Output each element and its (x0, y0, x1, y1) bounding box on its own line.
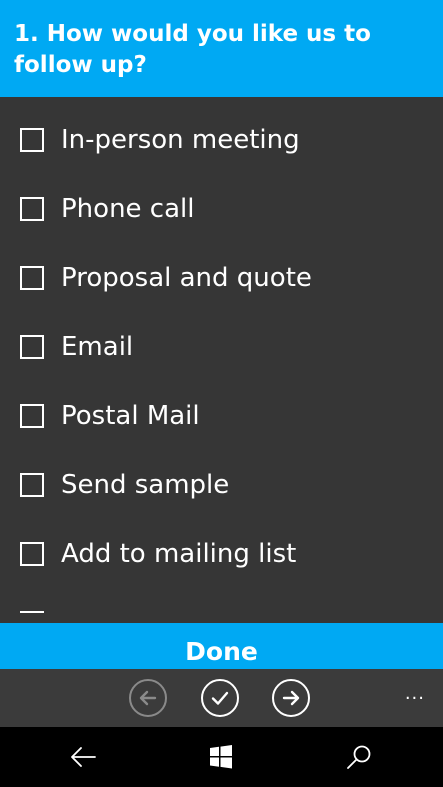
checkbox[interactable] (20, 611, 44, 613)
forward-arrow-circle-icon[interactable] (272, 679, 310, 717)
option-label: Proposal and quote (61, 263, 312, 293)
option-partial[interactable] (20, 603, 44, 613)
done-button[interactable]: Done (185, 637, 258, 669)
checkbox[interactable] (20, 266, 44, 290)
search-icon[interactable] (344, 742, 374, 772)
option-label: Send sample (61, 470, 230, 500)
option-label: Add to mailing list (61, 539, 297, 569)
option-label: Postal Mail (61, 401, 200, 431)
system-nav-bar (0, 727, 443, 787)
option-label: Email (61, 332, 134, 362)
more-button[interactable]: ... (405, 685, 425, 703)
question-title: 1. How would you like us to follow up? (14, 21, 371, 78)
done-bar[interactable]: Done (0, 623, 443, 669)
option-postal-mail[interactable]: Postal Mail (20, 396, 200, 436)
question-header: 1. How would you like us to follow up? (0, 0, 443, 97)
checkbox[interactable] (20, 335, 44, 359)
option-phone-call[interactable]: Phone call (20, 189, 194, 229)
checkmark-circle-icon[interactable] (201, 679, 239, 717)
options-list[interactable]: In-person meeting Phone call Proposal an… (0, 97, 443, 613)
option-label: Phone call (61, 194, 195, 224)
checkbox[interactable] (20, 542, 44, 566)
app-bar: ... (0, 669, 443, 727)
option-in-person-meeting[interactable]: In-person meeting (20, 120, 300, 160)
checkbox[interactable] (20, 473, 44, 497)
back-arrow-circle-icon[interactable] (129, 679, 167, 717)
windows-logo-icon[interactable] (206, 742, 236, 772)
checkbox[interactable] (20, 197, 44, 221)
option-proposal-and-quote[interactable]: Proposal and quote (20, 258, 312, 298)
checkbox[interactable] (20, 128, 44, 152)
option-send-sample[interactable]: Send sample (20, 465, 229, 505)
option-email[interactable]: Email (20, 327, 133, 367)
checkbox[interactable] (20, 404, 44, 428)
option-label: In-person meeting (61, 125, 300, 155)
back-arrow-icon[interactable] (68, 742, 98, 772)
option-add-to-mailing-list[interactable]: Add to mailing list (20, 534, 296, 574)
